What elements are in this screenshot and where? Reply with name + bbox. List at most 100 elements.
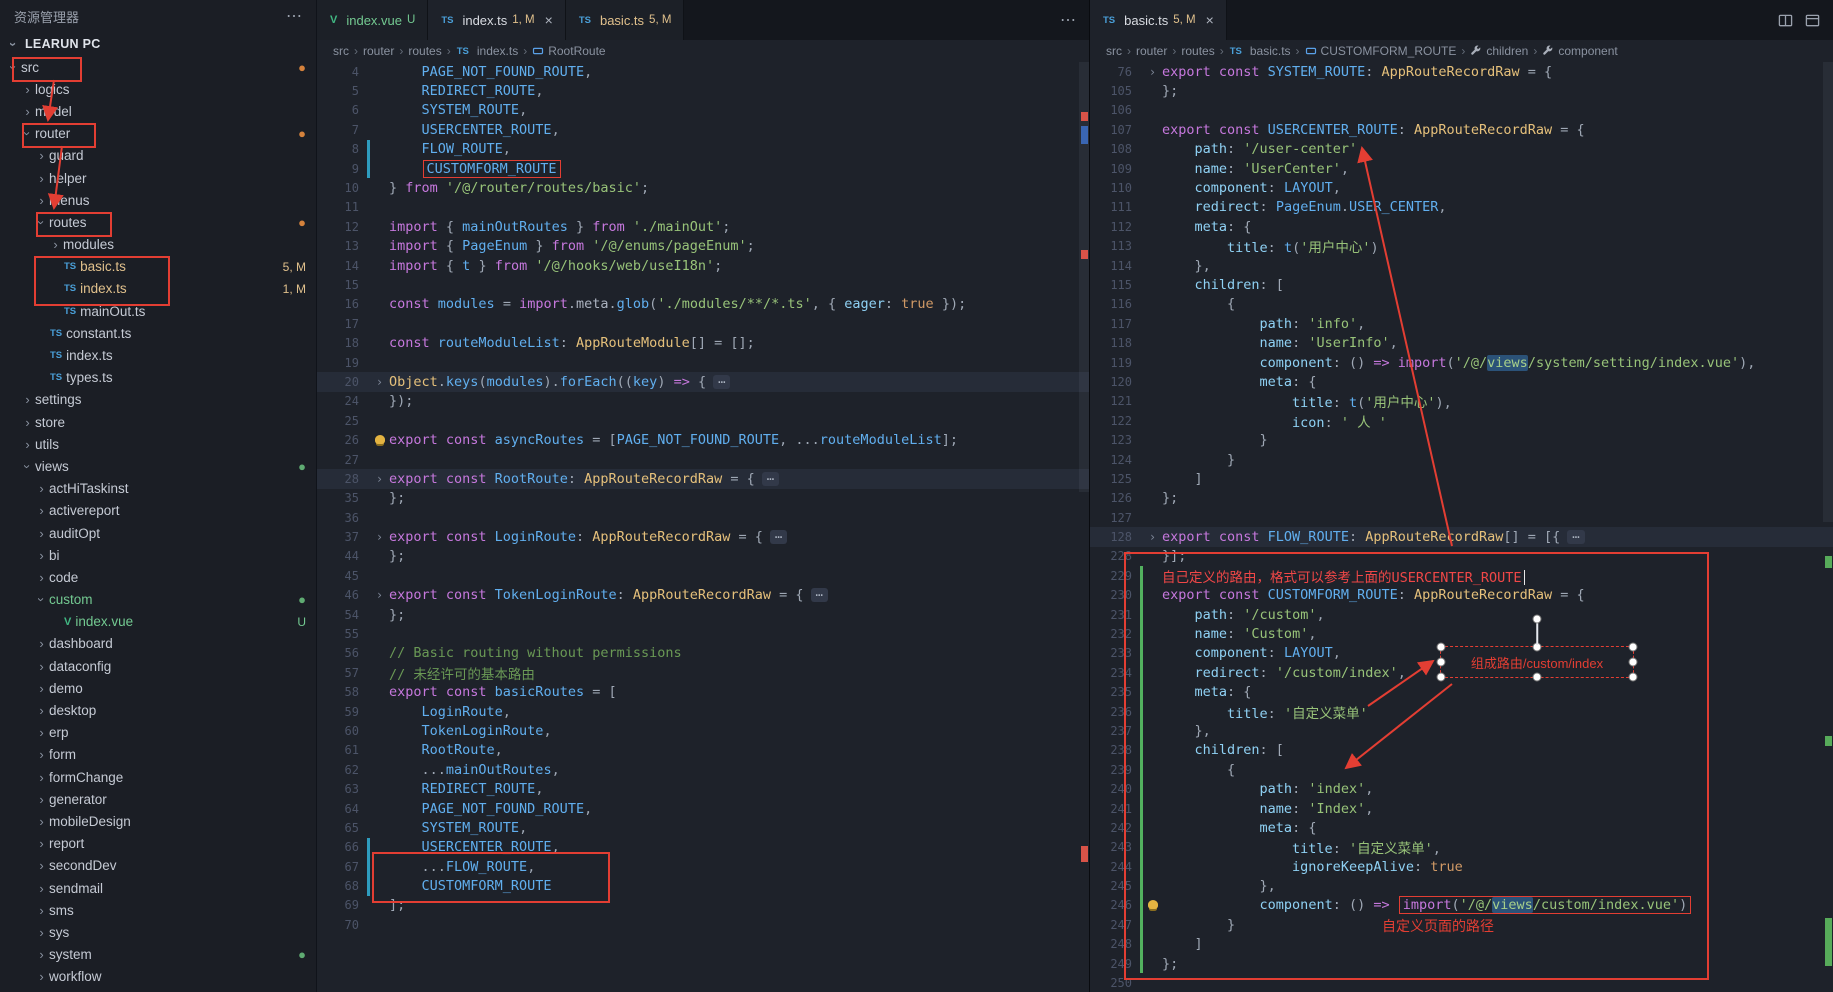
code-line-127[interactable]: 127 [1090,508,1833,527]
code-line-18[interactable]: 18const routeModuleList: AppRouteModule[… [317,333,1090,352]
code-line-242[interactable]: 242 meta: { [1090,818,1833,837]
code-line-4[interactable]: 4 PAGE_NOT_FOUND_ROUTE, [317,62,1090,81]
code-line-241[interactable]: 241 name: 'Index', [1090,799,1833,818]
explorer-more-icon[interactable]: ⋯ [286,6,302,26]
code-line-10[interactable]: 10} from '/@/router/routes/basic'; [317,178,1090,197]
code-line-250[interactable]: 250 [1090,973,1833,992]
code-line-13[interactable]: 13import { PageEnum } from '/@/enums/pag… [317,237,1090,256]
code-line-247[interactable]: 247 } [1090,915,1833,934]
code-line-230[interactable]: 230export const CUSTOMFORM_ROUTE: AppRou… [1090,586,1833,605]
code-line-117[interactable]: 117 path: 'info', [1090,314,1833,333]
code-line-59[interactable]: 59 LoginRoute, [317,702,1090,721]
code-line-25[interactable]: 25 [317,411,1090,430]
tab-index.ts[interactable]: TSindex.ts1, M× [428,0,566,40]
tree-item-report[interactable]: ›report [0,833,316,855]
code-line-6[interactable]: 6 SYSTEM_ROUTE, [317,101,1090,120]
breadcrumb-item-routes[interactable]: routes [1181,44,1214,58]
code-line-36[interactable]: 36 [317,508,1090,527]
code-line-238[interactable]: 238 children: [ [1090,741,1833,760]
code-line-233[interactable]: 233 component: LAYOUT, [1090,644,1833,663]
tree-item-mobileDesign[interactable]: ›mobileDesign [0,810,316,832]
breadcrumb-item-routes[interactable]: routes [408,44,441,58]
code-line-66[interactable]: 66 USERCENTER_ROUTE, [317,838,1090,857]
code-line-44[interactable]: 44}; [317,547,1090,566]
code-line-65[interactable]: 65 SYSTEM_ROUTE, [317,818,1090,837]
code-line-62[interactable]: 62 ...mainOutRoutes, [317,760,1090,779]
tab-index.vue[interactable]: Vindex.vueU [317,0,428,40]
code-line-37[interactable]: 37›export const LoginRoute: AppRouteReco… [317,527,1090,546]
tree-item-dashboard[interactable]: ›dashboard [0,633,316,655]
tree-item-model[interactable]: ›model [0,100,316,122]
code-line-27[interactable]: 27 [317,450,1090,469]
breadcrumb-item-basic.ts[interactable]: TSbasic.ts [1229,44,1291,58]
code-line-125[interactable]: 125 ] [1090,469,1833,488]
lightbulb-icon[interactable] [1148,900,1158,909]
tree-item-index.ts[interactable]: TSindex.ts1, M [0,278,316,300]
code-line-107[interactable]: 107export const USERCENTER_ROUTE: AppRou… [1090,120,1833,139]
code-line-111[interactable]: 111 redirect: PageEnum.USER_CENTER, [1090,198,1833,217]
code-line-7[interactable]: 7 USERCENTER_ROUTE, [317,120,1090,139]
tree-item-index.vue[interactable]: Vindex.vueU [0,611,316,633]
breadcrumb-item-src[interactable]: src [1106,44,1122,58]
code-line-68[interactable]: 68 CUSTOMFORM_ROUTE [317,876,1090,895]
code-line-113[interactable]: 113 title: t('用户中心') [1090,237,1833,256]
tree-item-formChange[interactable]: ›formChange [0,766,316,788]
code-line-61[interactable]: 61 RootRoute, [317,741,1090,760]
code-line-234[interactable]: 234 redirect: '/custom/index', [1090,663,1833,682]
code-line-243[interactable]: 243 title: '自定义菜单', [1090,838,1833,857]
code-line-11[interactable]: 11 [317,198,1090,217]
breadcrumb-item-src[interactable]: src [333,44,349,58]
code-line-249[interactable]: 249}; [1090,954,1833,973]
fold-chevron-icon[interactable]: › [370,375,389,389]
code-line-228[interactable]: 228}]; [1090,547,1833,566]
tree-item-settings[interactable]: ›settings [0,389,316,411]
close-icon[interactable]: × [545,12,553,28]
tree-item-generator[interactable]: ›generator [0,788,316,810]
code-line-15[interactable]: 15 [317,275,1090,294]
code-line-57[interactable]: 57// 未经许可的基本路由 [317,663,1090,682]
code-line-232[interactable]: 232 name: 'Custom', [1090,624,1833,643]
code-line-115[interactable]: 115 children: [ [1090,275,1833,294]
tree-item-workflow[interactable]: ›workflow [0,966,316,988]
tree-item-sendmail[interactable]: ›sendmail [0,877,316,899]
code-line-248[interactable]: 248 ] [1090,935,1833,954]
tree-item-types.ts[interactable]: TStypes.ts [0,367,316,389]
code-line-16[interactable]: 16const modules = import.meta.glob('./mo… [317,295,1090,314]
code-line-120[interactable]: 120 meta: { [1090,372,1833,391]
tree-item-secondDev[interactable]: ›secondDev [0,855,316,877]
tree-item-custom[interactable]: ›custom● [0,589,316,611]
code-line-122[interactable]: 122 icon: ' 人 ' [1090,411,1833,430]
breadcrumb-item-children[interactable]: children [1470,44,1528,58]
tree-item-constant.ts[interactable]: TSconstant.ts [0,322,316,344]
tree-item-router[interactable]: ›router● [0,123,316,145]
code-line-121[interactable]: 121 title: t('用户中心'), [1090,392,1833,411]
fold-chevron-icon[interactable]: › [370,588,389,602]
code-line-235[interactable]: 235 meta: { [1090,683,1833,702]
tree-item-modules[interactable]: ›modules [0,234,316,256]
code-line-60[interactable]: 60 TokenLoginRoute, [317,721,1090,740]
code-line-240[interactable]: 240 path: 'index', [1090,779,1833,798]
code-line-12[interactable]: 12import { mainOutRoutes } from './mainO… [317,217,1090,236]
code-line-45[interactable]: 45 [317,566,1090,585]
fold-chevron-icon[interactable]: › [370,530,389,544]
tree-item-basic.ts[interactable]: TSbasic.ts5, M [0,256,316,278]
code-line-110[interactable]: 110 component: LAYOUT, [1090,178,1833,197]
tree-item-auditOpt[interactable]: ›auditOpt [0,522,316,544]
code-line-58[interactable]: 58export const basicRoutes = [ [317,683,1090,702]
code-line-8[interactable]: 8 FLOW_ROUTE, [317,140,1090,159]
code-line-54[interactable]: 54}; [317,605,1090,624]
code-line-119[interactable]: 119 component: () => import('/@/views/sy… [1090,353,1833,372]
tree-item-mainOut.ts[interactable]: TSmainOut.ts [0,300,316,322]
code-line-69[interactable]: 69]; [317,896,1090,915]
tree-item-actHiTaskinst[interactable]: ›actHiTaskinst [0,478,316,500]
tree-item-desktop[interactable]: ›desktop [0,699,316,721]
tree-item-index.ts[interactable]: TSindex.ts [0,344,316,366]
code-line-236[interactable]: 236 title: '自定义菜单' [1090,702,1833,721]
tree-item-guard[interactable]: ›guard [0,145,316,167]
code-line-28[interactable]: 28›export const RootRoute: AppRouteRecor… [317,469,1090,488]
code-line-237[interactable]: 237 }, [1090,721,1833,740]
code-line-76[interactable]: 76›export const SYSTEM_ROUTE: AppRouteRe… [1090,62,1833,81]
breadcrumb-item-component[interactable]: component [1542,44,1617,58]
code-line-24[interactable]: 24}); [317,392,1090,411]
tree-item-demo[interactable]: ›demo [0,677,316,699]
